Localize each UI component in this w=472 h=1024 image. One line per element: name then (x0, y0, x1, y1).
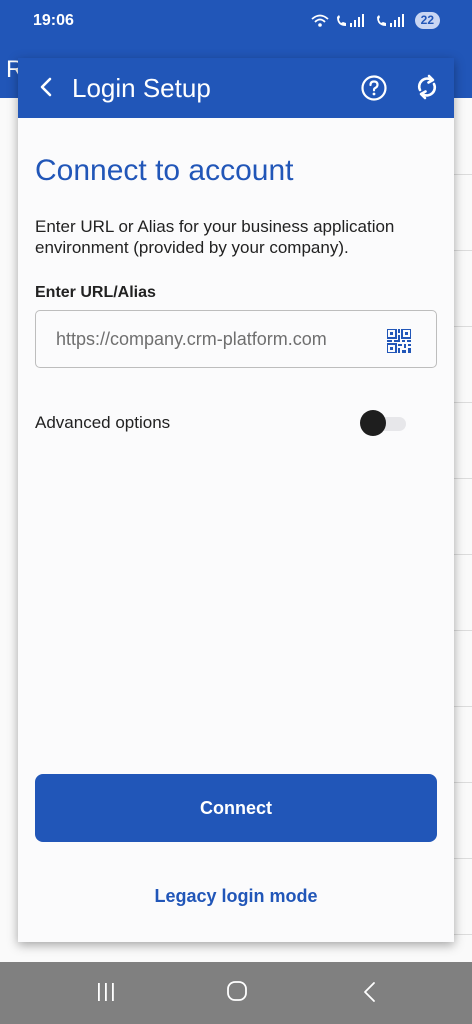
advanced-options-toggle[interactable] (360, 409, 410, 437)
status-bar: 19:06 22 (0, 0, 472, 44)
divider (452, 402, 472, 403)
help-circle-icon[interactable] (360, 74, 388, 102)
divider (452, 554, 472, 555)
login-setup-dialog: Login Setup Connect to account Enter URL… (18, 58, 454, 942)
wifi-icon (311, 14, 329, 27)
battery-indicator: 22 (414, 12, 440, 29)
url-alias-field[interactable] (35, 310, 437, 368)
advanced-options-label: Advanced options (35, 413, 171, 432)
call-signal-icon (336, 13, 364, 27)
url-alias-input[interactable] (56, 311, 376, 367)
divider (452, 250, 472, 251)
dialog-title: Login Setup (72, 73, 211, 103)
divider (452, 174, 472, 175)
instructions-text: Enter URL or Alias for your business app… (35, 217, 395, 257)
dialog-header: Login Setup (18, 58, 454, 118)
status-icons: 22 (311, 12, 440, 29)
sync-icon[interactable] (412, 72, 442, 102)
toggle-knob (360, 410, 386, 436)
url-field-label: Enter URL/Alias (35, 284, 156, 301)
divider (452, 478, 472, 479)
qr-code-icon[interactable] (387, 329, 411, 353)
divider (452, 326, 472, 327)
chevron-left-icon[interactable] (32, 72, 62, 102)
system-nav-bar (0, 962, 472, 1024)
status-time: 19:06 (33, 12, 74, 29)
divider (452, 858, 472, 859)
legacy-login-link[interactable]: Legacy login mode (18, 886, 454, 907)
divider (452, 782, 472, 783)
call-signal-2-icon (376, 13, 404, 27)
divider (452, 934, 472, 935)
page-title: Connect to account (35, 154, 294, 187)
back-nav-icon[interactable] (360, 980, 380, 1004)
recent-apps-icon[interactable] (95, 981, 117, 1003)
connect-button[interactable]: Connect (35, 774, 437, 842)
home-icon[interactable] (226, 980, 248, 1002)
divider (452, 706, 472, 707)
divider (452, 630, 472, 631)
